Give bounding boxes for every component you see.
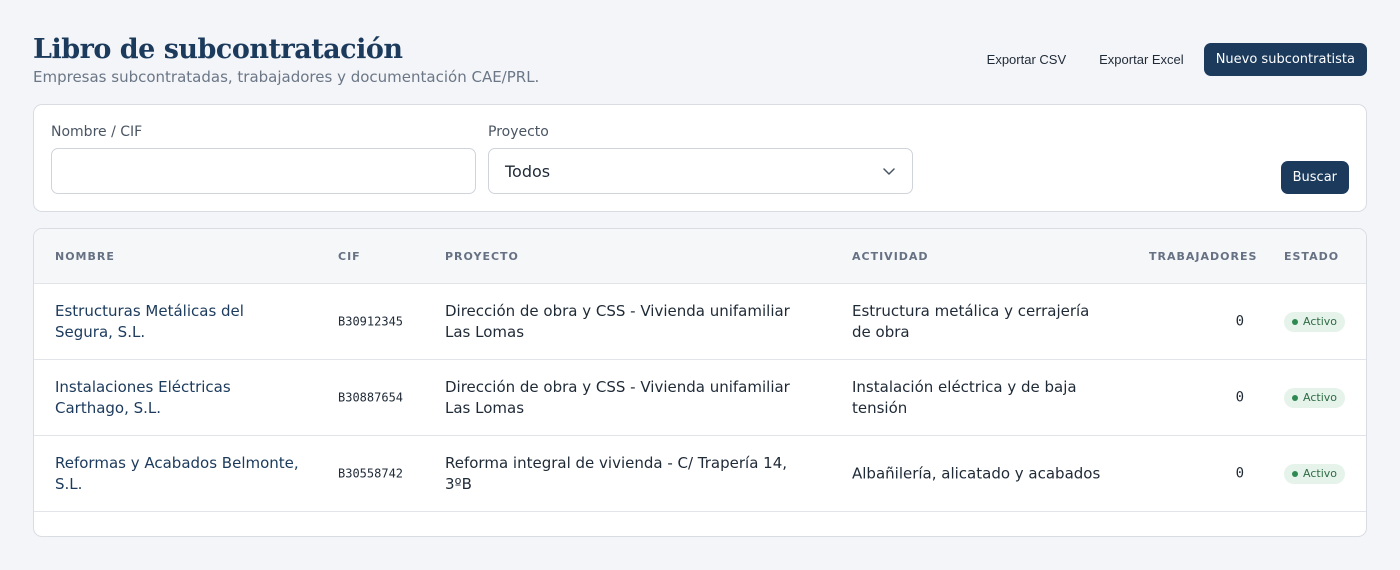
status-label: Activo bbox=[1303, 314, 1337, 328]
table-header: NOMBRE CIF PROYECTO ACTIVIDAD TRABAJADOR… bbox=[34, 229, 1366, 284]
status-dot-icon bbox=[1292, 394, 1298, 401]
activity-value: Instalación eléctrica y de baja tensión bbox=[852, 377, 1077, 417]
status-badge: Activo bbox=[1284, 387, 1345, 408]
status-label: Activo bbox=[1303, 390, 1337, 404]
table-row[interactable]: Instalaciones Eléctricas Carthago, S.L. … bbox=[34, 360, 1366, 436]
name-filter-label: Nombre / CIF bbox=[51, 124, 143, 140]
status-badge: Activo bbox=[1284, 463, 1345, 484]
workers-count: 0 bbox=[1235, 313, 1244, 329]
new-subcontractor-button[interactable]: Nuevo subcontratista bbox=[1203, 43, 1367, 76]
table-row[interactable]: Estructuras Metálicas del Segura, S.L. B… bbox=[34, 284, 1366, 360]
export-csv-button[interactable]: Exportar CSV bbox=[974, 43, 1079, 76]
activity-value: Albañilería, alicatado y acabados bbox=[852, 464, 1101, 482]
subcontractor-name-link[interactable]: Reformas y Acabados Belmonte, S.L. bbox=[55, 453, 305, 495]
chevron-down-icon bbox=[883, 168, 895, 175]
project-value: Reforma integral de vivienda - C/ Traper… bbox=[445, 453, 788, 493]
cif-value: B30912345 bbox=[338, 314, 404, 328]
name-filter-field: Nombre / CIF bbox=[51, 124, 476, 194]
page-subtitle: Empresas subcontratadas, trabajadores y … bbox=[33, 68, 540, 86]
search-button[interactable]: Buscar bbox=[1280, 161, 1349, 194]
status-dot-icon bbox=[1292, 470, 1298, 477]
header-actions: Exportar CSV Exportar Excel Nuevo subcon… bbox=[974, 43, 1367, 76]
column-header-estado[interactable]: ESTADO bbox=[1284, 250, 1339, 263]
page-header: Libro de subcontratación Empresas subcon… bbox=[33, 34, 539, 86]
column-header-cif[interactable]: CIF bbox=[338, 250, 361, 263]
workers-count: 0 bbox=[1235, 389, 1244, 405]
project-select[interactable]: Todos bbox=[488, 148, 913, 194]
page-title: Libro de subcontratación bbox=[33, 34, 403, 65]
column-header-nombre[interactable]: NOMBRE bbox=[55, 250, 115, 263]
column-header-actividad[interactable]: ACTIVIDAD bbox=[852, 250, 929, 263]
subcontractors-table: NOMBRE CIF PROYECTO ACTIVIDAD TRABAJADOR… bbox=[33, 228, 1367, 537]
cif-value: B30558742 bbox=[338, 466, 404, 480]
subcontractor-name-link[interactable]: Instalaciones Eléctricas Carthago, S.L. bbox=[55, 377, 305, 419]
project-filter-label: Proyecto bbox=[488, 124, 549, 140]
workers-count: 0 bbox=[1235, 465, 1244, 481]
filter-panel: Nombre / CIF Proyecto Todos Buscar bbox=[33, 104, 1367, 212]
export-excel-button[interactable]: Exportar Excel bbox=[1086, 43, 1197, 76]
subcontractor-name-link[interactable]: Estructuras Metálicas del Segura, S.L. bbox=[55, 301, 305, 343]
status-label: Activo bbox=[1303, 466, 1337, 480]
column-header-proyecto[interactable]: PROYECTO bbox=[445, 250, 519, 263]
cif-value: B30887654 bbox=[338, 390, 404, 404]
status-badge: Activo bbox=[1284, 311, 1345, 332]
name-filter-input[interactable] bbox=[51, 148, 476, 194]
project-value: Dirección de obra y CSS - Vivienda unifa… bbox=[445, 377, 790, 417]
column-header-trabajadores[interactable]: TRABAJADORES bbox=[1149, 250, 1257, 263]
table-row[interactable]: Reformas y Acabados Belmonte, S.L. B3055… bbox=[34, 436, 1366, 512]
status-dot-icon bbox=[1292, 318, 1298, 325]
project-value: Dirección de obra y CSS - Vivienda unifa… bbox=[445, 301, 790, 341]
project-filter-field: Proyecto Todos bbox=[488, 124, 913, 194]
project-select-value: Todos bbox=[505, 161, 551, 181]
activity-value: Estructura metálica y cerrajería de obra bbox=[852, 301, 1090, 341]
